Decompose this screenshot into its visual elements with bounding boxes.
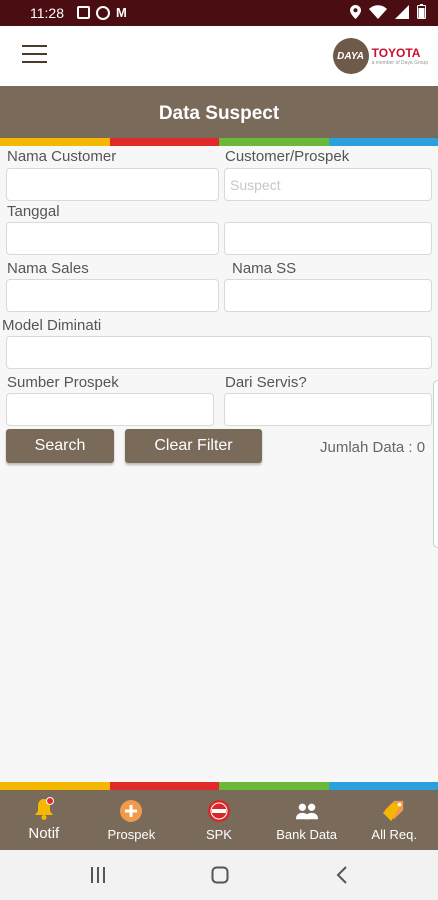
people-icon [295, 799, 319, 823]
nama-ss-label: Nama SS [232, 260, 297, 277]
wifi-icon [369, 4, 387, 19]
nav-notif[interactable]: Notif [0, 790, 88, 850]
model-diminati-input[interactable] [6, 336, 432, 369]
status-right-icons [350, 4, 426, 19]
status-bar: 11:28 M [0, 0, 438, 26]
color-stripe-top [0, 138, 438, 146]
spk-badge-icon [207, 799, 231, 823]
nama-sales-label: Nama Sales [7, 260, 89, 277]
bottom-navigation: Notif Prospek SPK Bank Data All Req. [0, 790, 438, 850]
location-icon [350, 4, 361, 19]
battery-icon [417, 4, 426, 19]
nama-customer-label: Nama Customer [7, 148, 117, 165]
mail-icon: M [116, 5, 127, 20]
logo-brand: TOYOTA [371, 46, 421, 60]
dari-servis-input[interactable] [224, 393, 432, 426]
nav-bank-data-label: Bank Data [276, 827, 337, 842]
page-title: Data Suspect [0, 86, 438, 138]
nav-prospek[interactable]: Prospek [88, 790, 176, 850]
search-button[interactable]: Search [6, 429, 114, 463]
daya-toyota-logo: DAYA TOYOTA a member of Daya Group [332, 38, 428, 74]
dari-servis-label: Dari Servis? [225, 374, 307, 391]
customer-prospek-input[interactable] [224, 168, 432, 201]
status-time: 11:28 [30, 5, 64, 21]
data-count: Jumlah Data : 0 [320, 439, 426, 456]
tanggal-label: Tanggal [7, 203, 60, 220]
status-left-icons: M [77, 5, 127, 20]
customer-prospek-label: Customer/Prospek [225, 148, 350, 165]
tag-icon [382, 799, 406, 823]
tanggal-from-input[interactable] [6, 222, 219, 255]
color-stripe-bottom [0, 782, 438, 790]
nav-all-req[interactable]: All Req. [350, 790, 438, 850]
sumber-prospek-label: Sumber Prospek [7, 374, 119, 391]
back-icon[interactable] [336, 866, 348, 884]
signal-icon [395, 4, 409, 19]
model-diminati-label: Model Diminati [2, 317, 102, 334]
nav-notif-label: Notif [28, 825, 60, 842]
gallery-icon [77, 6, 90, 19]
home-icon[interactable] [211, 866, 229, 884]
system-navigation-bar [0, 850, 438, 900]
bell-icon [32, 797, 56, 821]
logo-tagline: a member of Daya Group [371, 60, 428, 66]
nav-bank-data[interactable]: Bank Data [263, 790, 351, 850]
tanggal-to-input[interactable] [224, 222, 432, 255]
nama-sales-input[interactable] [6, 279, 219, 312]
nama-customer-input[interactable] [6, 168, 219, 201]
app-notification-icon [96, 5, 110, 20]
app-bar: DAYA TOYOTA a member of Daya Group [0, 26, 438, 86]
menu-icon[interactable] [22, 45, 47, 65]
side-drawer-handle[interactable] [433, 380, 438, 548]
nav-spk[interactable]: SPK [175, 790, 263, 850]
sumber-prospek-input[interactable] [6, 393, 214, 426]
nav-prospek-label: Prospek [107, 827, 156, 842]
nama-ss-input[interactable] [224, 279, 432, 312]
logo-badge: DAYA [332, 38, 369, 74]
nav-spk-label: SPK [205, 827, 232, 842]
nav-all-req-label: All Req. [371, 827, 417, 842]
recent-apps-icon[interactable] [90, 866, 106, 884]
clear-filter-button[interactable]: Clear Filter [125, 429, 262, 463]
plus-circle-icon [119, 799, 143, 823]
